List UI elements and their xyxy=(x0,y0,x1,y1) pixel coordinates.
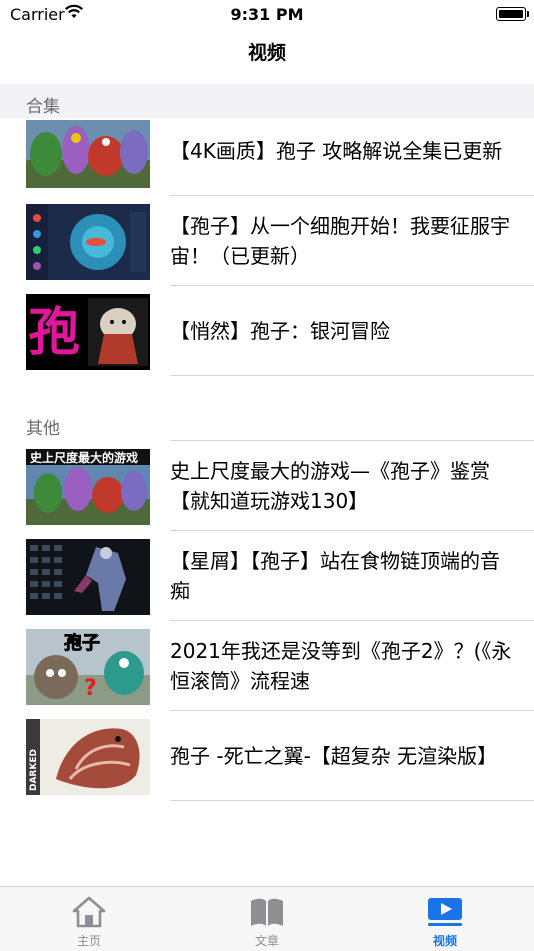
video-thumbnail xyxy=(26,539,150,615)
list-item[interactable]: 【星屑】【孢子】站在食物链顶端的音痴 xyxy=(0,531,534,621)
status-bar: Carrier 9:31 PM xyxy=(0,0,534,30)
row-divider xyxy=(170,800,534,801)
video-title: 史上尺度最大的游戏—《孢子》鉴赏【就知道玩游戏130】 xyxy=(170,459,490,513)
video-thumbnail: DARKED xyxy=(26,719,150,795)
tab-label: 文章 xyxy=(254,934,279,948)
list-item[interactable]: DARKED 孢子 -死亡之翼-【超复杂 无渲染版】 xyxy=(0,711,534,801)
others-list: 史上尺度最大的游戏 史上尺度最大的游戏—《孢子》鉴赏【就知道玩游戏130】 【星… xyxy=(0,441,534,801)
video-thumbnail: 孢子 ? xyxy=(26,629,150,705)
video-title: 2021年我还是没等到《孢子2》？(《永恒滚筒》流程速 xyxy=(170,639,512,693)
video-thumbnail: 史上尺度最大的游戏 xyxy=(26,449,150,525)
video-title: 【4K画质】孢子 攻略解说全集已更新 xyxy=(170,139,503,163)
svg-text:?: ? xyxy=(84,676,97,701)
thumbnail-text: 孢子 xyxy=(64,632,100,654)
thumbnail-text: DARKED xyxy=(29,749,39,791)
collections-list: 【4K画质】孢子 攻略解说全集已更新 【孢子】从一个细胞开始！我要征服宇宙！（已… xyxy=(0,106,534,376)
tab-home[interactable]: 主页 xyxy=(39,887,139,951)
thumbnail-text: 史上尺度最大的游戏 xyxy=(30,450,138,465)
list-item[interactable]: 【4K画质】孢子 攻略解说全集已更新 xyxy=(0,106,534,196)
list-item[interactable]: 孢子 ? 2021年我还是没等到《孢子2》？(《永恒滚筒》流程速 xyxy=(0,621,534,711)
row-divider xyxy=(170,375,534,376)
page-title: 视频 xyxy=(247,42,286,64)
section-title: 其他 xyxy=(26,419,60,439)
tab-videos[interactable]: 视频 xyxy=(395,887,495,951)
video-title: 孢子 -死亡之翼-【超复杂 无渲染版】 xyxy=(170,744,498,768)
thumbnail-text: 孢 xyxy=(28,303,80,363)
video-thumbnail: 孢 xyxy=(26,294,150,370)
house-icon xyxy=(72,896,106,928)
tab-label: 视频 xyxy=(432,934,457,948)
video-title: 【星屑】【孢子】站在食物链顶端的音痴 xyxy=(170,549,500,603)
battery-icon xyxy=(496,7,529,21)
list-item[interactable]: 孢 【悄然】孢子：银河冒险 xyxy=(0,286,534,376)
video-thumbnail xyxy=(26,120,150,188)
section-header-others: 其他 xyxy=(0,406,534,440)
video-title: 【孢子】从一个细胞开始！我要征服宇宙！（已更新） xyxy=(170,214,510,268)
list-item[interactable]: 史上尺度最大的游戏 史上尺度最大的游戏—《孢子》鉴赏【就知道玩游戏130】 xyxy=(0,441,534,531)
tab-bar: 主页 文章 视频 xyxy=(0,886,534,951)
video-title: 【悄然】孢子：银河冒险 xyxy=(170,319,390,343)
book-icon xyxy=(251,898,283,926)
video-thumbnail xyxy=(26,204,150,280)
list-item[interactable]: 【孢子】从一个细胞开始！我要征服宇宙！（已更新） xyxy=(0,196,534,286)
clock: 9:31 PM xyxy=(230,5,304,24)
tab-articles[interactable]: 文章 xyxy=(217,887,317,951)
video-icon xyxy=(428,898,462,926)
tab-label: 主页 xyxy=(76,934,101,948)
